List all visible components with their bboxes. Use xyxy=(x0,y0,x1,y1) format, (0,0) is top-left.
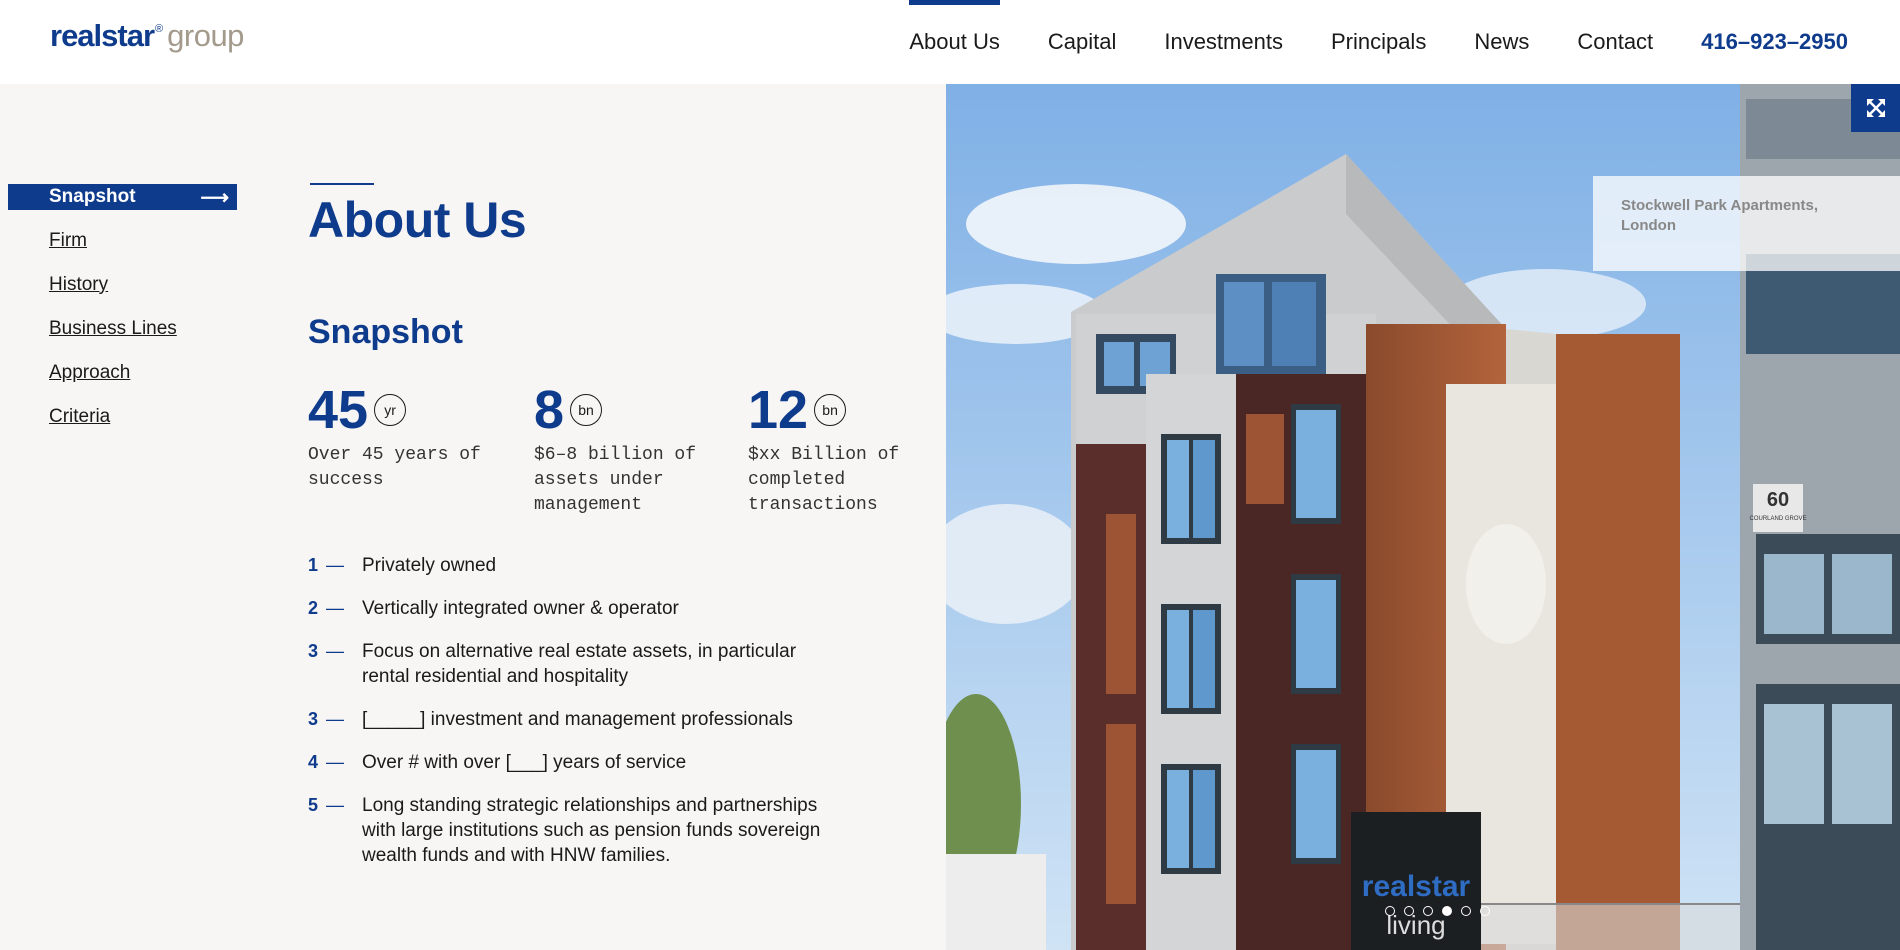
sidebar-item-history[interactable]: History xyxy=(8,271,237,298)
site-header: realstar ® group About Us Capital Invest… xyxy=(0,0,1900,84)
stats-row: 45 yr Over 45 years of success 8 bn $6–8… xyxy=(308,383,928,515)
dash-icon: — xyxy=(326,752,344,772)
list-item: 3 — [_____] investment and management pro… xyxy=(308,707,868,732)
slide-dot-1[interactable] xyxy=(1385,906,1395,916)
main-content: About Us Snapshot 45 yr Over 45 years of… xyxy=(308,183,928,866)
list-item: 4 — Over # with over [___] years of servi… xyxy=(308,750,868,775)
arrow-right-icon: ⟶ xyxy=(200,186,229,209)
expand-button[interactable] xyxy=(1851,84,1900,132)
sign-brand: realstar xyxy=(1362,870,1471,903)
nav-about-us[interactable]: About Us xyxy=(909,0,1000,84)
stat-transactions: 12 bn $xx Billion of completed transacti… xyxy=(748,383,948,518)
realstar-group-logo[interactable]: realstar ® group xyxy=(50,18,244,58)
fact-text: Long standing strategic relationships an… xyxy=(362,795,821,866)
slide-dot-3[interactable] xyxy=(1423,906,1433,916)
stat-unit-badge: yr xyxy=(374,394,407,426)
logo-sub-text: group xyxy=(167,18,244,53)
section-title: Snapshot xyxy=(308,313,463,351)
stat-assets: 8 bn $6–8 billion of assets under manage… xyxy=(534,383,734,518)
stat-unit-badge: bn xyxy=(814,394,847,426)
fact-number: 3 xyxy=(308,641,319,661)
stat-value: 12 xyxy=(748,380,809,440)
section-sidebar: Snapshot ⟶ Firm History Business Lines A… xyxy=(8,184,237,447)
page-title: About Us xyxy=(308,192,527,248)
fact-number: 2 xyxy=(308,598,319,618)
address-number: 60 xyxy=(1767,489,1789,511)
slide-dot-6[interactable] xyxy=(1480,906,1490,916)
sidebar-item-label: Snapshot xyxy=(49,186,136,207)
title-rule xyxy=(310,183,374,185)
sidebar-item-label: Business Lines xyxy=(49,317,177,339)
list-item: 1 — Privately owned xyxy=(308,553,868,578)
slider-dots xyxy=(1385,906,1499,916)
fact-number: 1 xyxy=(308,555,319,575)
caption-text: Stockwell Park Apartments, London xyxy=(1621,197,1819,234)
nav-news[interactable]: News xyxy=(1474,0,1529,84)
slide-dot-5[interactable] xyxy=(1461,906,1471,916)
sidebar-item-label: Approach xyxy=(49,361,131,383)
list-item: 3 — Focus on alternative real estate asse… xyxy=(308,639,868,689)
stat-description: $xx Billion of completed transactions xyxy=(748,445,900,515)
dash-icon: — xyxy=(326,641,344,661)
fact-text: Vertically integrated owner & operator xyxy=(362,598,679,619)
fact-text: Over # with over [___] years of service xyxy=(362,752,687,773)
sidebar-item-label: Firm xyxy=(49,229,87,251)
slide-dot-4[interactable] xyxy=(1442,906,1452,916)
stat-description: Over 45 years of success xyxy=(308,445,481,490)
logo-main-text: realstar xyxy=(50,18,155,53)
list-item: 5 — Long standing strategic relationships… xyxy=(308,793,868,868)
nav-investments[interactable]: Investments xyxy=(1164,0,1283,84)
fact-number: 4 xyxy=(308,752,319,772)
expand-icon xyxy=(1866,99,1885,117)
nav-principals[interactable]: Principals xyxy=(1331,0,1426,84)
dash-icon: — xyxy=(326,598,344,618)
fact-text: Focus on alternative real estate assets,… xyxy=(362,641,797,687)
list-item: 2 — Vertically integrated owner & operato… xyxy=(308,596,868,621)
sidebar-item-label: Criteria xyxy=(49,405,111,427)
logo-registered-mark: ® xyxy=(155,23,164,35)
fact-number: 5 xyxy=(308,795,319,815)
fact-number: 3 xyxy=(308,709,319,729)
sidebar-item-label: History xyxy=(49,273,109,295)
stat-value: 8 xyxy=(534,380,565,440)
stat-description: $6–8 billion of assets under management xyxy=(534,445,697,515)
fact-text: Privately owned xyxy=(362,555,497,576)
stat-value: 45 xyxy=(308,380,369,440)
sidebar-item-approach[interactable]: Approach xyxy=(8,359,237,386)
sidebar-item-criteria[interactable]: Criteria xyxy=(8,403,237,430)
nav-capital[interactable]: Capital xyxy=(1048,0,1116,84)
sidebar-item-firm[interactable]: Firm xyxy=(8,227,237,254)
facts-list: 1 — Privately owned 2 — Vertically integra… xyxy=(308,553,868,886)
slide-dot-2[interactable] xyxy=(1404,906,1414,916)
sidebar-item-snapshot[interactable]: Snapshot ⟶ xyxy=(8,184,237,210)
dash-icon: — xyxy=(326,709,344,729)
nav-contact[interactable]: Contact xyxy=(1577,0,1653,84)
sidebar-item-business-lines[interactable]: Business Lines xyxy=(8,315,237,342)
fact-text: [_____] investment and management profes… xyxy=(362,709,793,730)
dash-icon: — xyxy=(326,555,344,575)
stat-years: 45 yr Over 45 years of success xyxy=(308,383,508,493)
photo-caption: Stockwell Park Apartments, London xyxy=(1593,176,1900,271)
stat-unit-badge: bn xyxy=(570,394,603,426)
dash-icon: — xyxy=(326,795,344,815)
phone-link[interactable]: 416–923–2950 xyxy=(1701,29,1848,55)
main-nav: About Us Capital Investments Principals … xyxy=(909,0,1900,84)
address-street: COURLAND GROVE xyxy=(1749,516,1806,522)
